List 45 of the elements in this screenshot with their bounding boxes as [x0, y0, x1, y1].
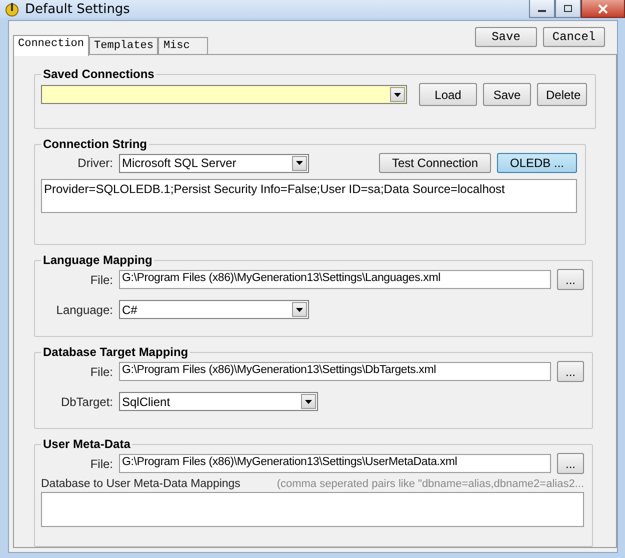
connection-string-field[interactable]: Provider=SQLOLEDB.1;Persist Security Info=False;User ID=sa;Data Source=localhost — [41, 179, 577, 213]
dbtarget-combo[interactable]: SqlClient — [119, 392, 318, 411]
field-label: File: — [89, 456, 113, 470]
field-label: File: — [89, 364, 113, 378]
driver-combo[interactable]: Microsoft SQL Server — [119, 154, 309, 172]
action-button[interactable]: Save — [483, 83, 531, 106]
group-title: Language Mapping — [42, 253, 154, 267]
tab[interactable]: Templates — [89, 37, 158, 56]
connection-button[interactable]: Test Connection — [379, 153, 491, 173]
dropdown-arrow-icon — [296, 161, 303, 165]
group-title: User Meta-Data — [42, 437, 132, 451]
mappings-field[interactable] — [41, 492, 584, 527]
connection-combo[interactable] — [41, 85, 407, 104]
action-button[interactable]: Load — [419, 83, 477, 106]
group-title: Database Target Mapping — [42, 345, 190, 359]
field-label: Database to User Meta-Data Mappings — [41, 478, 240, 490]
language-combo[interactable]: C# — [119, 300, 309, 319]
dropdown-arrow-icon — [305, 400, 312, 404]
file-path-field[interactable]: G:\Program Files (x86)\MyGeneration13\Settings\Languages.xml — [119, 270, 551, 289]
browse-button[interactable]: ... — [557, 453, 584, 474]
field-label: DbTarget: — [60, 394, 113, 408]
dialog-button[interactable]: Save — [475, 27, 537, 47]
close-button[interactable] — [581, 0, 625, 18]
browse-button[interactable]: ... — [557, 269, 584, 290]
hint-text: (comma seperated pairs like "dbname=alias,dbname2=alias2... — [276, 478, 584, 490]
dropdown-arrow-icon — [394, 92, 401, 96]
browse-button[interactable]: ... — [557, 361, 584, 382]
maximize-icon — [563, 4, 573, 12]
connection-button[interactable]: OLEDB ... — [497, 153, 577, 173]
action-button[interactable]: Delete — [537, 83, 587, 106]
window-title: Default Settings — [25, 2, 130, 16]
minimize-button[interactable] — [529, 0, 555, 18]
file-path-field[interactable]: G:\Program Files (x86)\MyGeneration13\Settings\DbTargets.xml — [119, 362, 551, 381]
file-path-field[interactable]: G:\Program Files (x86)\MyGeneration13\Settings\UserMetaData.xml — [119, 454, 551, 473]
tab[interactable]: Connection — [13, 35, 90, 56]
close-icon — [598, 4, 608, 14]
group-title: Saved Connections — [42, 67, 156, 81]
field-label: Driver: — [76, 156, 113, 170]
maximize-button[interactable] — [555, 0, 581, 18]
field-label: Language: — [55, 302, 113, 316]
group-title: Connection String — [42, 137, 148, 151]
field-label: File: — [89, 272, 113, 286]
dropdown-arrow-icon — [296, 308, 303, 312]
dialog-button[interactable]: Cancel — [543, 27, 605, 47]
app-icon — [4, 1, 20, 17]
